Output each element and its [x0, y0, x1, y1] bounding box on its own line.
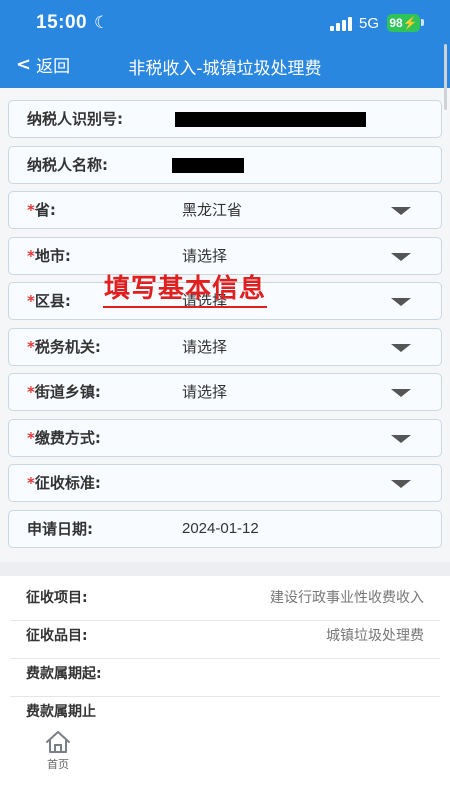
taxpayer-name-field: 纳税人名称: — [8, 145, 442, 184]
province-select[interactable]: *省: 黑龙江省 — [8, 191, 442, 229]
status-bar: 15:00 ☾ 5G 98⚡ — [0, 0, 450, 46]
dropdown-arrow-icon[interactable] — [391, 298, 411, 306]
section-divider — [0, 562, 450, 576]
taxpayer-id-field: 纳税人识别号: — [8, 100, 442, 138]
status-time: 15:00 — [36, 12, 88, 33]
home-icon — [46, 731, 70, 753]
street-label: 街道乡镇: — [34, 383, 101, 401]
basic-info-form: 纳税人识别号: 纳税人名称: *省: 黑龙江省 *地市: 请选择 *区县: 请选… — [8, 100, 442, 555]
levy-standard-label: 征收标准: — [34, 474, 101, 492]
county-label: 区县: — [34, 292, 71, 310]
city-select[interactable]: *地市: 请选择 — [8, 236, 442, 275]
levy-standard-select[interactable]: *征收标准: — [8, 464, 442, 502]
tax-office-label: 税务机关: — [34, 337, 101, 356]
dropdown-arrow-icon[interactable] — [391, 434, 411, 443]
dropdown-arrow-icon[interactable] — [391, 252, 411, 261]
dropdown-arrow-icon[interactable] — [391, 343, 411, 352]
province-value: 黑龙江省 — [182, 201, 243, 219]
city-value: 请选择 — [182, 246, 228, 265]
tax-office-select[interactable]: *税务机关: 请选择 — [8, 327, 442, 366]
apply-date-label: 申请日期: — [27, 519, 93, 538]
province-label: 省: — [34, 201, 56, 219]
battery-icon: 98⚡ — [387, 14, 420, 32]
network-type: 5G — [359, 15, 380, 32]
dropdown-arrow-icon[interactable] — [391, 207, 411, 215]
taxpayer-id-label: 纳税人识别号: — [27, 110, 123, 128]
scrollbar[interactable] — [444, 44, 447, 110]
city-label: 地市: — [34, 246, 71, 265]
page-title: 非税收入-城镇垃圾处理费 — [128, 59, 322, 79]
tab-home[interactable]: 首页 — [36, 730, 80, 772]
tab-home-label: 首页 — [47, 758, 69, 771]
dropdown-arrow-icon[interactable] — [391, 480, 411, 488]
battery-tip — [421, 19, 424, 26]
nav-bar: < 返回 非税收入-城镇垃圾处理费 — [0, 46, 450, 86]
payment-method-select[interactable]: *缴费方式: — [8, 418, 442, 457]
tax-office-value: 请选择 — [182, 337, 228, 356]
redacted-taxpayer-name — [172, 157, 244, 173]
signal-icon — [330, 17, 352, 31]
street-select[interactable]: *街道乡镇: 请选择 — [8, 373, 442, 411]
app-header: 15:00 ☾ 5G 98⚡ < 返回 非税收入-城镇垃圾处理费 — [0, 0, 450, 88]
redacted-taxpayer-id — [175, 112, 366, 127]
annotation-overlay: 填写基本信息 — [103, 272, 268, 308]
apply-date-value: 2024-01-12 — [182, 519, 259, 537]
apply-date-field[interactable]: 申请日期: 2024-01-12 — [8, 509, 442, 548]
moon-icon: ☾ — [94, 13, 110, 33]
taxpayer-name-label: 纳税人名称: — [27, 155, 108, 174]
payment-method-label: 缴费方式: — [34, 428, 101, 447]
bottom-tab-bar: 首页 — [0, 724, 450, 800]
battery-level: 98 — [389, 16, 403, 30]
dropdown-arrow-icon[interactable] — [391, 389, 411, 397]
street-value: 请选择 — [182, 383, 228, 401]
